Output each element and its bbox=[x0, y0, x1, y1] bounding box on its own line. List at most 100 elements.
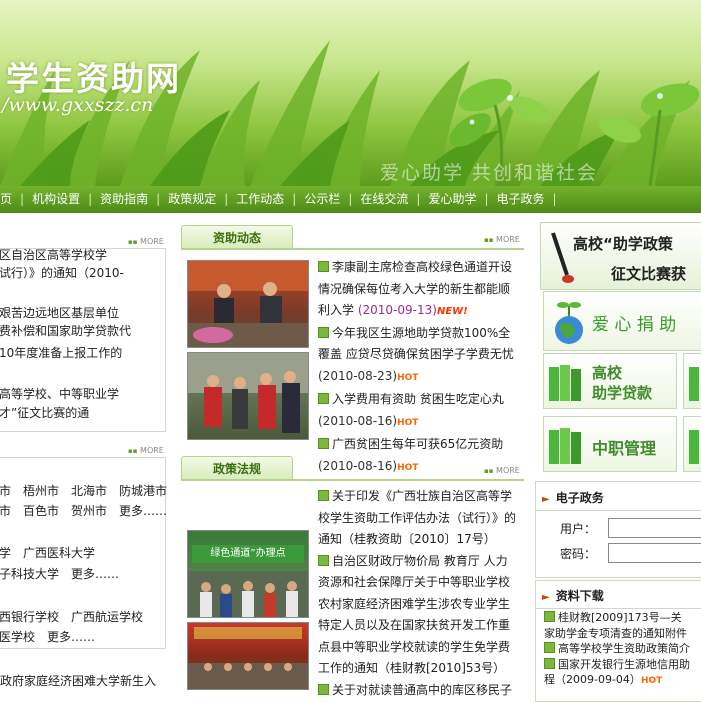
tile-cropped[interactable] bbox=[683, 353, 701, 409]
nav-separator: | bbox=[156, 192, 161, 206]
more-link[interactable]: ▪▪ MORE bbox=[484, 235, 520, 244]
love-donation-banner[interactable]: 爱 心 捐 助 bbox=[543, 291, 701, 351]
books-icon bbox=[549, 428, 581, 464]
tile-vocational-label: 中职管理 bbox=[592, 439, 657, 458]
tile-vocational[interactable]: 中职管理 bbox=[543, 416, 677, 472]
list-item[interactable]: 高等学校学生资助政策简介 bbox=[544, 641, 701, 657]
bullet-icon bbox=[318, 683, 329, 695]
password-input[interactable] bbox=[608, 543, 701, 563]
city-links[interactable]: 市 梧州市 北海市 防城港市 bbox=[0, 480, 167, 502]
arrow-icon: ► bbox=[542, 494, 550, 505]
password-label: 密码： bbox=[560, 547, 597, 561]
list-item[interactable]: 国家开发银行生源地信用助 bbox=[544, 657, 701, 673]
nav-home[interactable]: 页 bbox=[0, 186, 12, 213]
books-icon bbox=[549, 365, 581, 401]
tab-underline bbox=[181, 479, 524, 481]
downloads-list: 桂财教[2009]173号—关 家助学金专项清查的通知附件 高等学校学生资助政策… bbox=[544, 610, 701, 690]
photo-meeting bbox=[188, 261, 308, 347]
list-item[interactable]: 今年我区生源地助学贷款100%全覆盖 应贷尽贷确保贫困学子学费无忧 (2010-… bbox=[318, 323, 518, 390]
site-title: 学生资助网 bbox=[6, 59, 181, 98]
downloads-box: ► 资料下载 桂财教[2009]173号—关 家助学金专项清查的通知附件 高等学校… bbox=[535, 580, 701, 702]
policy-news-list: 关于印发《广西壮族自治区高等学校学生资助工作评估办法（试行）》的通知（桂教资助〔… bbox=[318, 486, 518, 701]
school-links[interactable]: 西银行学校 广西航运学校 bbox=[0, 606, 143, 628]
site-banner: 学生资助网 /www.gxxszz.cn 爱心助学 共创和谐社会 bbox=[0, 0, 701, 186]
nav-policies[interactable]: 政策规定 bbox=[168, 186, 216, 213]
nav-separator: | bbox=[88, 192, 93, 206]
nav-separator: | bbox=[484, 192, 489, 206]
nav-separator: | bbox=[552, 192, 557, 206]
news-photo[interactable] bbox=[187, 352, 309, 440]
bullet-icon bbox=[544, 642, 555, 653]
notice-line[interactable]: 才”征文比赛的通 bbox=[0, 402, 89, 424]
list-item[interactable]: 桂财教[2009]173号—关 bbox=[544, 610, 701, 626]
divider bbox=[536, 510, 701, 511]
more-link[interactable]: ▪▪ MORE bbox=[128, 446, 164, 455]
nav-funding-guide[interactable]: 资助指南 bbox=[100, 186, 148, 213]
egov-title: ► 电子政务 bbox=[542, 491, 604, 505]
more-link[interactable]: ▪▪ MORE bbox=[128, 237, 164, 246]
essay-contest-banner[interactable]: 高校“助学政策 征文比赛获 bbox=[540, 222, 701, 290]
bullet-icon bbox=[318, 554, 329, 566]
username-input[interactable] bbox=[608, 518, 701, 538]
bullet-icon bbox=[544, 657, 555, 669]
nav-e-government[interactable]: 电子政务 bbox=[497, 186, 545, 213]
nav-online-chat[interactable]: 在线交流 bbox=[360, 186, 408, 213]
list-item[interactable]: 关于印发《广西壮族自治区高等学校学生资助工作评估办法（试行）》的通知（桂教资助〔… bbox=[318, 486, 518, 551]
nav-charity[interactable]: 爱心助学 bbox=[428, 186, 476, 213]
funding-news-list: 李康副主席检查高校绿色通道开设情况确保每位考入大学的新生都能顺利入学 (2010… bbox=[318, 257, 518, 479]
nav-separator: | bbox=[348, 192, 353, 206]
bullet-icon bbox=[318, 261, 329, 272]
tile-loan-line1: 高校 bbox=[592, 364, 623, 382]
list-item[interactable]: 李康副主席检查高校绿色通道开设情况确保每位考入大学的新生都能顺利入学 (2010… bbox=[318, 257, 518, 323]
college-links[interactable]: 子科技大学 更多…… bbox=[0, 563, 119, 585]
tile-cropped[interactable] bbox=[683, 416, 701, 472]
school-links[interactable]: 医学校 更多…… bbox=[0, 626, 95, 648]
hot-badge: HOT bbox=[397, 462, 419, 473]
news-photo[interactable] bbox=[187, 260, 309, 348]
list-item[interactable]: 关于对就读普通高中的库区移民子 bbox=[318, 680, 518, 702]
globe-sprout-icon bbox=[555, 302, 583, 344]
books-icon bbox=[689, 367, 699, 401]
list-item[interactable]: 入学费用有资助 贫困生吃定心丸 (2010-08-16)HOT bbox=[318, 389, 518, 434]
divider bbox=[536, 608, 701, 609]
books-icon bbox=[689, 430, 699, 464]
hot-badge: HOT bbox=[397, 372, 419, 383]
list-item-continued[interactable]: 程（2009-09-04）HOT bbox=[544, 672, 701, 690]
tab-funding-news[interactable]: 资助动态 bbox=[181, 225, 293, 250]
news-photo[interactable] bbox=[187, 622, 309, 690]
city-links[interactable]: 市 百色市 贺州市 更多…… bbox=[0, 500, 167, 522]
photo-crowd bbox=[188, 571, 308, 617]
notice-line[interactable]: 10年度准备上报工作的 bbox=[0, 342, 122, 364]
hot-badge: HOT bbox=[397, 417, 419, 428]
notice-line[interactable]: 政府家庭经济困难大学新生入 bbox=[0, 670, 156, 692]
notice-line[interactable]: 费补偿和国家助学贷款代 bbox=[0, 320, 131, 342]
nav-notices[interactable]: 公示栏 bbox=[304, 186, 340, 213]
nav-work-news[interactable]: 工作动态 bbox=[236, 186, 284, 213]
news-photo[interactable]: 绿色通道”办理点 bbox=[187, 530, 309, 618]
bullet-icon bbox=[318, 326, 329, 338]
college-links[interactable]: 学 广西医科大学 bbox=[0, 542, 95, 564]
user-label: 用户： bbox=[560, 522, 597, 536]
list-item-continued[interactable]: 家助学金专项清查的通知附件 bbox=[544, 626, 701, 642]
photo-group bbox=[188, 353, 308, 433]
love-donation-label: 爱 心 捐 助 bbox=[592, 315, 677, 335]
banner-slogan: 爱心助学 共创和谐社会 bbox=[380, 162, 599, 184]
essay-title-line1: 高校“助学政策 bbox=[573, 235, 673, 253]
bullet-icon bbox=[318, 490, 329, 501]
tile-loan-line2: 助学贷款 bbox=[592, 384, 653, 402]
notice-line[interactable]: 试行）》的通知（2010- bbox=[0, 262, 124, 284]
nav-organization[interactable]: 机构设置 bbox=[32, 186, 80, 213]
photo-conference bbox=[188, 627, 308, 689]
tile-student-loans[interactable]: 高校 助学贷款 bbox=[543, 353, 677, 409]
bullet-icon bbox=[318, 393, 329, 404]
site-url: /www.gxxszz.cn bbox=[2, 94, 154, 116]
egov-login-box: ► 电子政务 用户： 密码： bbox=[535, 481, 701, 578]
bullet-icon bbox=[318, 438, 329, 449]
tab-policies[interactable]: 政策法规 bbox=[181, 456, 293, 481]
more-link[interactable]: ▪▪ MORE bbox=[484, 466, 520, 475]
nav-separator: | bbox=[292, 192, 297, 206]
main-nav: 页 | 机构设置 | 资助指南 | 政策规定 | 工作动态 | 公示栏 | 在线交流 | 爱心助学 | 电子政务… bbox=[0, 186, 701, 213]
list-item[interactable]: 自治区财政厅物价局 教育厅 人力资源和社会保障厅关于中等职业学校农村家庭经济困难… bbox=[318, 551, 518, 680]
nav-separator: | bbox=[20, 192, 25, 206]
hot-badge: HOT bbox=[640, 676, 663, 686]
